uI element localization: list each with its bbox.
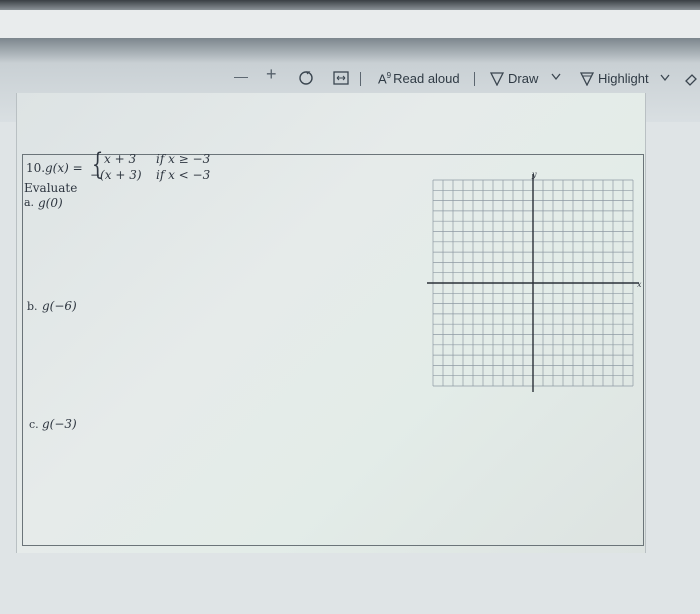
highlight-label: Highlight	[598, 71, 649, 86]
case2-expression: −(x + 3)	[90, 168, 142, 182]
screen-bezel	[0, 0, 700, 10]
window-top-strip	[0, 10, 700, 38]
evaluate-label: Evaluate	[24, 181, 78, 195]
case1-expression: x + 3	[104, 152, 137, 166]
chevron-down-icon	[551, 73, 561, 81]
part-b-expression: g(−6)	[42, 299, 77, 313]
draw-label: Draw	[508, 71, 539, 86]
fit-page-button[interactable]	[333, 71, 349, 85]
y-axis-label: y	[532, 170, 537, 179]
x-axis-label: x	[637, 280, 642, 289]
part-c-expression: g(−3)	[42, 417, 77, 431]
draw-button[interactable]: Draw	[490, 71, 538, 86]
coordinate-grid	[427, 174, 639, 392]
zoom-out-button[interactable]: —	[234, 68, 248, 84]
function-name: g(x) =	[45, 161, 83, 175]
toolbar-separator	[474, 72, 475, 86]
part-c-label: c.	[29, 418, 39, 431]
read-aloud-icon: A9	[378, 71, 392, 87]
erase-button[interactable]	[684, 72, 698, 86]
zoom-in-button[interactable]: +	[266, 64, 277, 85]
read-aloud-button[interactable]: A9 Read aloud	[378, 71, 460, 86]
rotate-icon	[299, 71, 313, 85]
read-aloud-label: Read aloud	[393, 71, 460, 87]
case2-condition: if x < −3	[156, 168, 211, 182]
chevron-down-icon	[660, 74, 670, 82]
part-a-expression: g(0)	[38, 196, 63, 210]
case1-condition: if x ≥ −3	[156, 152, 211, 166]
highlight-options-dropdown[interactable]	[660, 74, 670, 82]
fit-page-icon	[333, 71, 349, 85]
part-a-label: a.	[24, 196, 35, 209]
eraser-icon	[685, 74, 697, 86]
part-b-label: b.	[27, 300, 38, 313]
draw-pen-icon	[490, 71, 504, 86]
problem-number: 10.	[26, 161, 46, 175]
highlight-pen-icon	[580, 71, 594, 86]
highlight-button[interactable]: Highlight	[580, 71, 649, 86]
toolbar-separator	[360, 72, 361, 86]
draw-options-dropdown[interactable]	[551, 73, 561, 81]
rotate-button[interactable]	[298, 70, 314, 86]
grid-svg	[427, 174, 639, 392]
